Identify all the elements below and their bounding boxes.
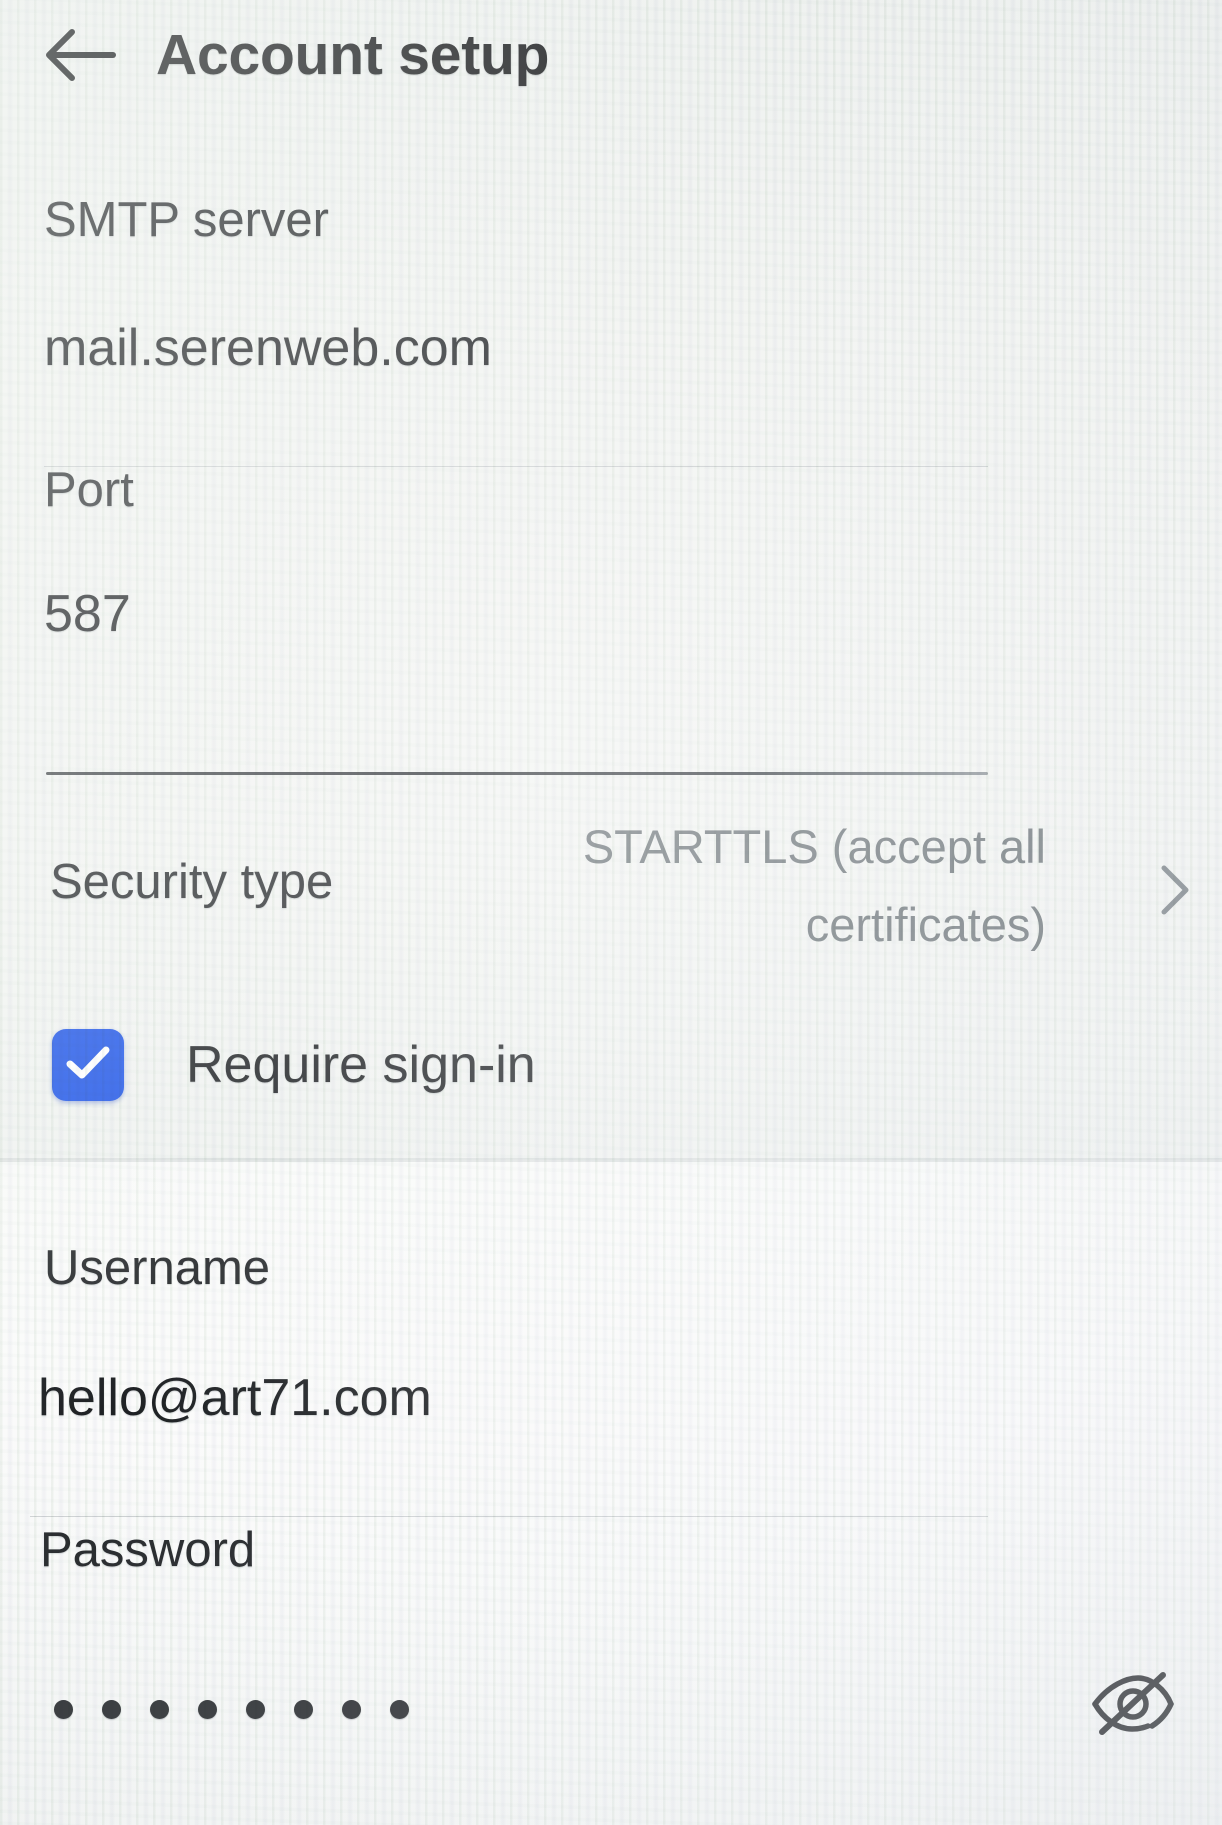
eye-off-icon xyxy=(1089,1669,1175,1744)
smtp-server-input[interactable]: mail.serenweb.com xyxy=(44,318,492,378)
account-setup-screen: Account setup SMTP server mail.serenweb.… xyxy=(0,0,1222,1825)
password-visibility-toggle[interactable] xyxy=(1080,1658,1184,1754)
smtp-server-label: SMTP server xyxy=(44,193,329,247)
checkmark-icon xyxy=(64,1043,112,1088)
password-dot xyxy=(150,1700,169,1719)
password-dot xyxy=(342,1700,361,1719)
smtp-server-divider xyxy=(44,466,988,467)
port-input[interactable]: 587 xyxy=(44,584,131,644)
security-type-label: Security type xyxy=(50,855,334,909)
username-divider xyxy=(30,1516,988,1517)
require-signin-label: Require sign-in xyxy=(186,1036,536,1094)
password-dot xyxy=(390,1700,409,1719)
require-signin-row[interactable]: Require sign-in xyxy=(0,1010,1222,1120)
password-dot xyxy=(198,1700,217,1719)
password-dot xyxy=(102,1700,121,1719)
page-title: Account setup xyxy=(156,23,550,87)
port-label: Port xyxy=(44,463,134,517)
password-dot xyxy=(246,1700,265,1719)
password-dot xyxy=(54,1700,73,1719)
arrow-left-icon xyxy=(41,24,119,86)
security-type-value: STARTTLS (accept all certificates) xyxy=(582,820,1046,951)
password-dot xyxy=(294,1700,313,1719)
username-input[interactable]: hello@art71.com xyxy=(38,1368,432,1428)
password-label: Password xyxy=(40,1523,256,1577)
phone-screen: Account setup SMTP server mail.serenweb.… xyxy=(0,0,1222,1825)
chevron-right-icon xyxy=(1150,860,1198,920)
username-label: Username xyxy=(44,1241,271,1295)
port-focus-underline xyxy=(46,772,988,775)
password-input[interactable] xyxy=(54,1700,409,1719)
app-bar: Account setup xyxy=(0,0,1222,110)
require-signin-checkbox[interactable] xyxy=(52,1029,124,1101)
back-button[interactable] xyxy=(32,7,128,103)
security-type-row[interactable]: Security type STARTTLS (accept all certi… xyxy=(0,812,1222,962)
